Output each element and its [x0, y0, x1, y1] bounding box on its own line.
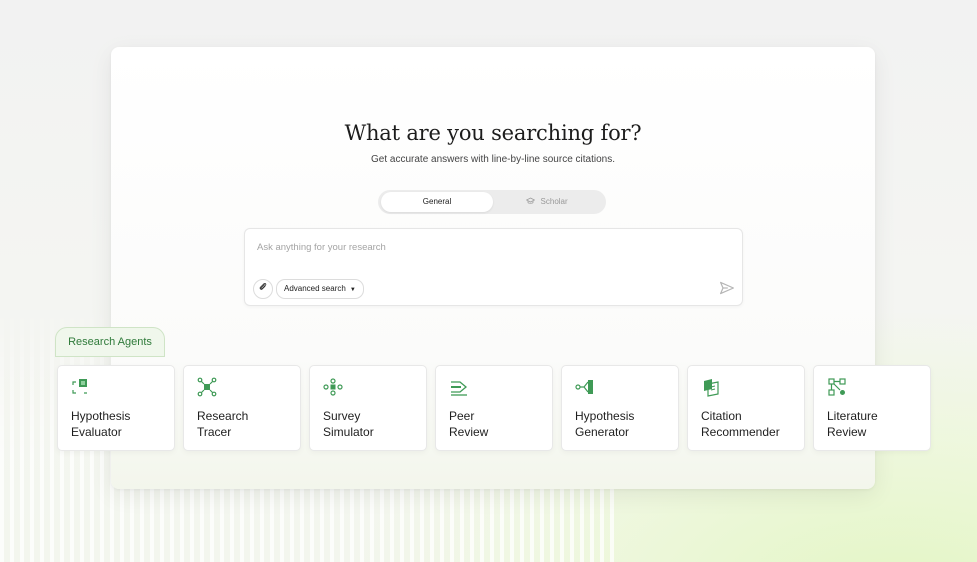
agent-card-citation-recommender[interactable]: Citation Recommender	[687, 365, 805, 451]
research-tracer-icon	[197, 377, 217, 397]
hypothesis-evaluator-icon	[72, 379, 87, 394]
agent-card-hypothesis-evaluator[interactable]: Hypothesis Evaluator	[57, 365, 175, 451]
hypothesis-generator-icon	[575, 380, 593, 394]
peer-review-icon	[451, 381, 468, 396]
send-icon	[720, 281, 734, 295]
agent-card-hypothesis-generator[interactable]: Hypothesis Generator	[561, 365, 679, 451]
agent-label: Hypothesis Evaluator	[71, 409, 131, 439]
agent-card-survey-simulator[interactable]: Survey Simulator	[309, 365, 427, 451]
page-title: What are you searching for?	[344, 121, 642, 145]
attach-button[interactable]	[253, 279, 273, 299]
agent-label: Research Tracer	[197, 409, 249, 439]
research-agents-tab[interactable]: Research Agents	[55, 327, 165, 357]
literature-review-icon	[828, 378, 846, 396]
agent-label: Survey Simulator	[323, 409, 374, 439]
mode-option-scholar-label: Scholar	[540, 197, 568, 206]
survey-simulator-icon	[323, 378, 343, 396]
mode-toggle: General Scholar	[378, 190, 606, 214]
search-box: Advanced search▼	[244, 228, 743, 306]
citation-recommender-icon	[704, 379, 719, 397]
mode-option-general[interactable]: General	[381, 192, 493, 212]
agent-label: Citation Recommender	[701, 409, 780, 439]
caret-down-icon: ▼	[349, 287, 356, 293]
agent-label: Peer Review	[449, 409, 489, 439]
agent-label: Literature Review	[827, 409, 878, 439]
search-input[interactable]	[257, 239, 697, 255]
advanced-search-label: Advanced search	[284, 284, 346, 293]
mode-option-scholar[interactable]: Scholar	[491, 192, 603, 212]
agent-label: Hypothesis Generator	[575, 409, 635, 439]
paperclip-icon	[258, 282, 268, 294]
agent-cards: Hypothesis Evaluator Research Tracer Surve…	[57, 365, 931, 451]
advanced-search-dropdown[interactable]: Advanced search ▼	[276, 279, 364, 299]
agent-card-research-tracer[interactable]: Research Tracer	[183, 365, 301, 451]
agent-card-literature-review[interactable]: Literature Review	[813, 365, 931, 451]
graduation-cap-icon	[525, 197, 537, 206]
page-subtitle: Get accurate answers with line-by-line s…	[371, 154, 615, 165]
agent-card-peer-review[interactable]: Peer Review	[435, 365, 553, 451]
send-button[interactable]	[719, 280, 735, 296]
